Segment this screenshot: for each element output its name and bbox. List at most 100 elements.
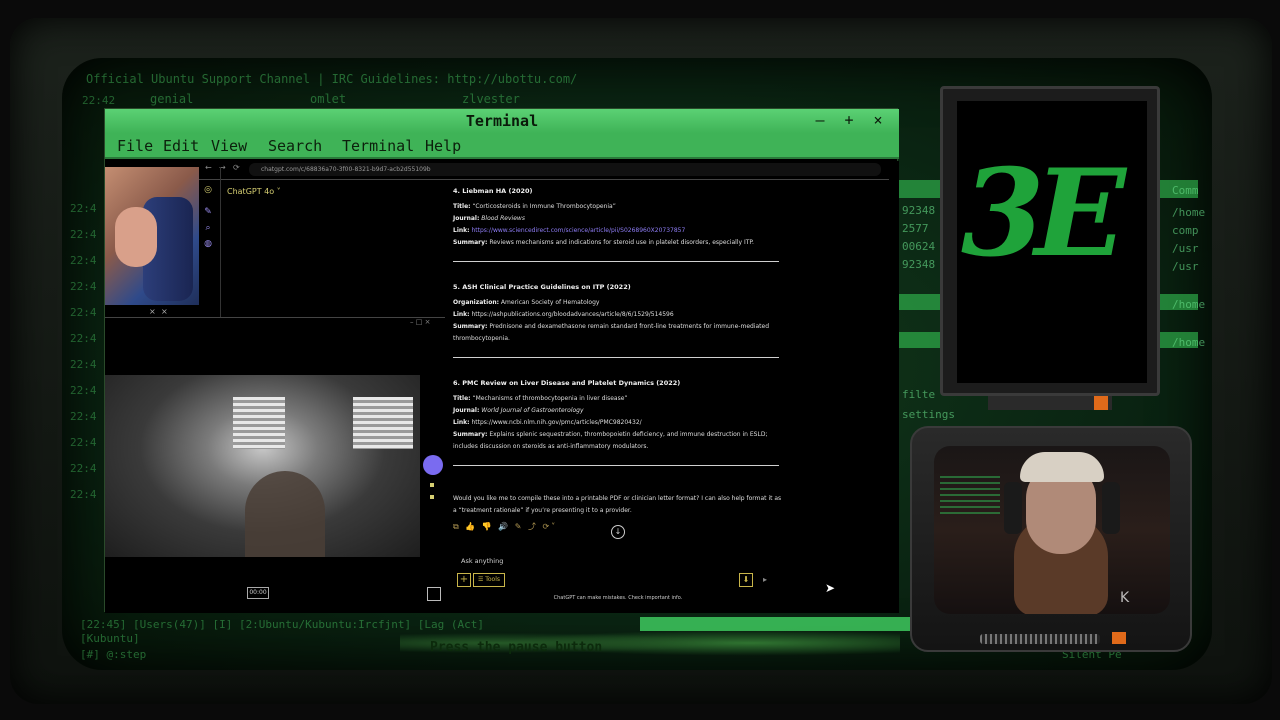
- scroll-thumb[interactable]: [423, 455, 443, 475]
- browser-toolbar: ← → ⟳ chatgpt.com/c/68836a70-3f00-8321-b…: [199, 163, 889, 177]
- irc-timestamp: 22:4: [70, 280, 97, 293]
- irc-timestamp: 22:4: [70, 228, 97, 241]
- scroll-marker: [430, 483, 434, 487]
- menu-help[interactable]: Help: [425, 137, 461, 155]
- reference-summary: Summary: Prednisone and dexamethasone re…: [453, 323, 770, 342]
- irc-filter: filte: [902, 388, 936, 401]
- cam-logo: K: [1120, 590, 1130, 606]
- irc-number: 92348: [902, 258, 936, 271]
- scroll-down-button[interactable]: ↓: [611, 525, 625, 539]
- irc-timestamp: 22:4: [70, 254, 97, 267]
- terminal-body: ← → ⟳ chatgpt.com/c/68836a70-3f00-8321-b…: [105, 161, 899, 613]
- stop-square-button[interactable]: [427, 587, 441, 601]
- pip-close-icon[interactable]: ×: [161, 307, 168, 316]
- panel-divider: [105, 317, 445, 318]
- irc-timestamp: 22:4: [70, 410, 97, 423]
- library-icon[interactable]: ◍: [203, 239, 213, 249]
- reload-icon[interactable]: ⟳: [233, 163, 240, 172]
- section-divider: [453, 261, 779, 262]
- maximize-button[interactable]: +: [840, 111, 858, 129]
- attach-button[interactable]: +: [457, 573, 471, 587]
- prompt-input[interactable]: Ask anything: [461, 557, 503, 565]
- irc-timestamp: 22:4: [70, 462, 97, 475]
- irc-timestamp: 22:4: [70, 488, 97, 501]
- reference-entry: 5. ASH Clinical Practice Guidelines on I…: [453, 283, 787, 345]
- reference-link: Link: https://www.ncbi.nlm.nih.gov/pmc/a…: [453, 419, 642, 426]
- mouse-cursor-icon: ➤: [825, 581, 836, 595]
- irc-timestamp: 22:4: [70, 306, 97, 319]
- scroll-marker: [430, 495, 434, 499]
- mic-icon[interactable]: ▸: [763, 575, 767, 584]
- monitor-glow: [940, 476, 1000, 516]
- reference-title: Title: “Mechanisms of thrombocytopenia i…: [453, 395, 628, 402]
- hand-camera-feed: [105, 167, 199, 305]
- back-icon[interactable]: ←: [205, 163, 212, 172]
- irc-path: /home: [1172, 206, 1206, 219]
- menu-edit[interactable]: Edit: [163, 137, 199, 155]
- timer-display: 00:00: [247, 587, 269, 599]
- reference-heading: 4. Liebman HA (2020): [453, 187, 533, 195]
- reference-summary: Summary: Reviews mechanisms and indicati…: [453, 239, 754, 246]
- terminal-title-bar[interactable]: Terminal – + ×: [105, 109, 899, 133]
- irc-status-line: [Kubuntu]: [80, 632, 140, 645]
- section-divider: [453, 465, 779, 466]
- logo-screen: 3E: [957, 101, 1147, 383]
- chatgpt-icon[interactable]: ◎: [203, 185, 213, 195]
- address-bar[interactable]: chatgpt.com/c/68836a70-3f00-8321-b9d7-ac…: [249, 163, 881, 176]
- reference-url[interactable]: https://ashpublications.org/bloodadvance…: [471, 311, 673, 318]
- irc-number: 92348: [902, 204, 936, 217]
- irc-timestamp: 22:4: [70, 436, 97, 449]
- irc-nick-2: omlet: [310, 92, 347, 106]
- toolbar-divider: [199, 179, 889, 180]
- terminal-title: Terminal: [465, 112, 539, 130]
- followup-message: Would you like me to compile these into …: [453, 495, 782, 514]
- irc-nick-1: genial: [150, 92, 194, 106]
- stream-scene: Official Ubuntu Support Channel | IRC Gu…: [0, 0, 1280, 720]
- reference-url[interactable]: https://www.sciencedirect.com/science/ar…: [471, 227, 685, 234]
- send-button[interactable]: ⬇: [739, 573, 753, 587]
- menu-search[interactable]: Search: [268, 137, 322, 155]
- irc-timestamp: 22:4: [70, 384, 97, 397]
- window-blind: [353, 397, 413, 449]
- tools-button[interactable]: ☰ Tools: [473, 573, 505, 587]
- menu-view[interactable]: View: [211, 137, 247, 155]
- person-silhouette: [245, 471, 325, 557]
- menu-terminal[interactable]: Terminal: [342, 137, 414, 155]
- irc-path: /home: [1172, 298, 1206, 311]
- message-actions[interactable]: ⧉ 👍 👎 🔊 ✎ ⤴ ⟳˅: [453, 521, 557, 532]
- pip-window-controls[interactable]: – □ ×: [410, 318, 430, 326]
- reference-link: Link: https://ashpublications.org/blooda…: [453, 311, 674, 318]
- close-button[interactable]: ×: [869, 111, 887, 129]
- reference-url[interactable]: https://www.ncbi.nlm.nih.gov/pmc/article…: [471, 419, 641, 426]
- window-blind: [233, 397, 285, 449]
- webcam-monitor: K: [910, 426, 1192, 652]
- reference-organization: Organization: American Society of Hemato…: [453, 299, 600, 306]
- headset-icon: [1004, 482, 1022, 534]
- headset-icon: [1102, 482, 1120, 534]
- marquee-text: Press the pause button: [430, 640, 603, 655]
- pip-close-icon[interactable]: ×: [149, 307, 156, 316]
- reference-link: Link: https://www.sciencedirect.com/scie…: [453, 227, 686, 234]
- irc-path: /usr: [1172, 242, 1199, 255]
- search-icon[interactable]: ⌕: [203, 223, 213, 233]
- model-selector[interactable]: ChatGPT 4o ˅: [227, 187, 281, 196]
- irc-topic: Official Ubuntu Support Channel | IRC Gu…: [86, 72, 578, 86]
- logo-display-frame: 3E: [940, 86, 1160, 396]
- terminal-menu-bar: File Edit View Search Terminal Help: [105, 133, 899, 159]
- chatgpt-sidebar: ◎ ✎ ⌕ ◍: [203, 185, 215, 285]
- irc-settings: settings: [902, 408, 955, 421]
- new-chat-icon[interactable]: ✎: [203, 207, 213, 217]
- room-camera-feed: [105, 375, 420, 557]
- streamer-cap: [1020, 452, 1104, 482]
- reference-entry: 4. Liebman HA (2020) Title: “Corticoster…: [453, 187, 787, 249]
- minimize-button[interactable]: –: [811, 111, 829, 129]
- menu-file[interactable]: File: [117, 137, 153, 155]
- irc-path: comp: [1172, 224, 1199, 237]
- irc-timestamp: 22:4: [70, 202, 97, 215]
- reference-journal: Journal: Blood Reviews: [453, 215, 525, 222]
- section-divider: [453, 357, 779, 358]
- reference-heading: 6. PMC Review on Liver Disease and Plate…: [453, 379, 681, 387]
- hand-shape: [115, 207, 157, 267]
- irc-timestamp: 22:4: [70, 358, 97, 371]
- channel-logo: 3E: [961, 143, 1126, 284]
